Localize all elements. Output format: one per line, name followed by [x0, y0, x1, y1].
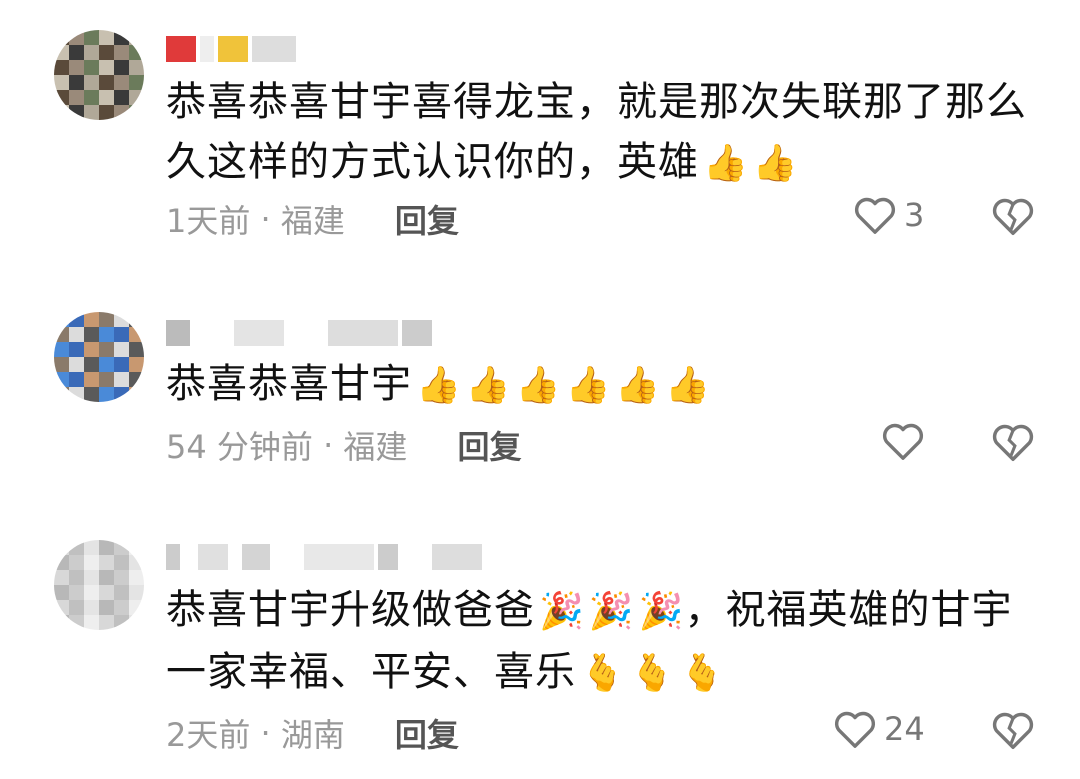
reply-button[interactable]: 回复: [457, 422, 521, 468]
username-redacted[interactable]: [166, 316, 432, 350]
avatar[interactable]: [54, 30, 144, 120]
comment-text: 恭喜恭喜甘宇 👍 👍 👍 👍 👍 👍: [166, 354, 1046, 416]
timestamp: 2天前: [166, 716, 251, 754]
username-redacted[interactable]: [166, 32, 296, 66]
heart-outline-icon: [834, 711, 876, 748]
like-button[interactable]: 3: [852, 194, 924, 236]
thumbs-up-emoji: 👍: [703, 143, 749, 184]
party-popper-emoji: 🎉: [638, 591, 685, 632]
comment-text: 恭喜甘宇升级做爸爸 🎉 🎉 🎉，祝福英雄的甘宇一家幸福、平安、喜乐 🫰 🫰 🫰: [166, 580, 1046, 704]
party-popper-emoji: 🎉: [588, 591, 635, 632]
broken-heart-icon[interactable]: [990, 194, 1036, 238]
thumbs-up-emoji: 👍: [665, 365, 711, 406]
thumbs-up-emoji: 👍: [565, 365, 612, 406]
avatar[interactable]: [54, 540, 144, 630]
comment-text: 恭喜恭喜甘宇喜得龙宝，就是那次失联那了那么久这样的方式认识你的，英雄 👍 👍: [166, 72, 1046, 194]
comment-meta: 54 分钟前 · 福建 回复: [166, 422, 521, 468]
heart-outline-icon: [882, 423, 924, 460]
like-button[interactable]: 24: [832, 708, 925, 750]
location: 福建: [280, 202, 345, 240]
username-redacted[interactable]: [166, 540, 482, 574]
party-popper-emoji: 🎉: [539, 591, 585, 632]
comment-meta: 1天前 · 福建 回复: [166, 196, 459, 242]
timestamp: 54 分钟前: [166, 428, 313, 466]
thumbs-up-emoji: 👍: [465, 365, 512, 406]
heart-outline-icon: [854, 197, 896, 234]
broken-heart-icon[interactable]: [990, 420, 1036, 464]
finger-heart-emoji: 🫰: [679, 653, 726, 694]
thumbs-up-emoji: 👍: [515, 365, 562, 406]
like-count: 3: [904, 196, 925, 234]
location: 湖南: [280, 716, 345, 754]
thumbs-up-emoji: 👍: [752, 143, 799, 184]
avatar[interactable]: [54, 312, 144, 402]
like-button[interactable]: [880, 420, 932, 462]
timestamp: 1天前: [166, 202, 251, 240]
comment-meta: 2天前 · 湖南 回复: [166, 710, 459, 756]
finger-heart-emoji: 🫰: [629, 653, 676, 694]
reply-button[interactable]: 回复: [395, 196, 459, 242]
thumbs-up-emoji: 👍: [416, 365, 462, 406]
finger-heart-emoji: 🫰: [580, 653, 626, 694]
thumbs-up-emoji: 👍: [615, 365, 662, 406]
broken-heart-icon[interactable]: [990, 708, 1036, 752]
like-count: 24: [884, 710, 925, 748]
reply-button[interactable]: 回复: [395, 710, 459, 756]
location: 福建: [343, 428, 408, 466]
